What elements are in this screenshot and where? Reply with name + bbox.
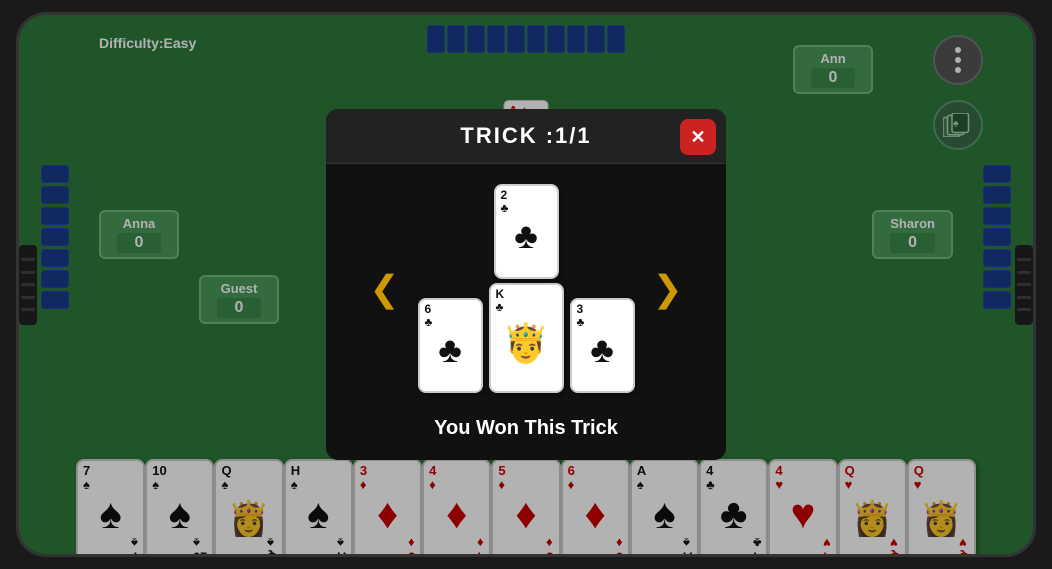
trick-card-2c: 2♣ ♣ xyxy=(494,184,559,279)
trick-card-rank: K♣ xyxy=(496,288,505,314)
trick-modal: TRICK :1/1 ✕ ❮ 6♣ ♣ xyxy=(326,109,726,460)
trick-card-rank: 6♣ xyxy=(425,303,433,329)
modal-header: TRICK :1/1 ✕ xyxy=(326,109,726,164)
modal-result-text: You Won This Trick xyxy=(434,417,618,440)
modal-title: TRICK :1/1 xyxy=(460,123,591,148)
trick-card-3c: 3♣ ♣ xyxy=(570,298,635,393)
trick-card-rank: 3♣ xyxy=(577,303,585,329)
trick-card-rank: 2♣ xyxy=(501,189,509,215)
trick-card-suit: ♣ xyxy=(590,329,614,371)
game-table: Difficulty:Easy A ♦ xyxy=(19,15,1033,554)
device: Difficulty:Easy A ♦ xyxy=(16,12,1036,557)
trick-cards-row: ❮ 6♣ ♣ 2♣ ♣ xyxy=(359,184,692,393)
trick-card-suit: ♣ xyxy=(514,215,538,257)
trick-cards: 6♣ ♣ 2♣ ♣ K♣ xyxy=(418,184,635,393)
nav-right-button[interactable]: ❯ xyxy=(643,268,693,310)
modal-body: ❮ 6♣ ♣ 2♣ ♣ xyxy=(326,164,726,460)
nav-left-button[interactable]: ❮ xyxy=(359,268,409,310)
king-icon: 🤴 xyxy=(502,322,549,366)
trick-card-kc: K♣ 🤴 xyxy=(489,283,564,393)
trick-card-6c: 6♣ ♣ xyxy=(418,298,483,393)
trick-card-suit: ♣ xyxy=(438,329,462,371)
modal-close-button[interactable]: ✕ xyxy=(680,119,716,155)
modal-overlay: TRICK :1/1 ✕ ❮ 6♣ ♣ xyxy=(19,15,1033,554)
